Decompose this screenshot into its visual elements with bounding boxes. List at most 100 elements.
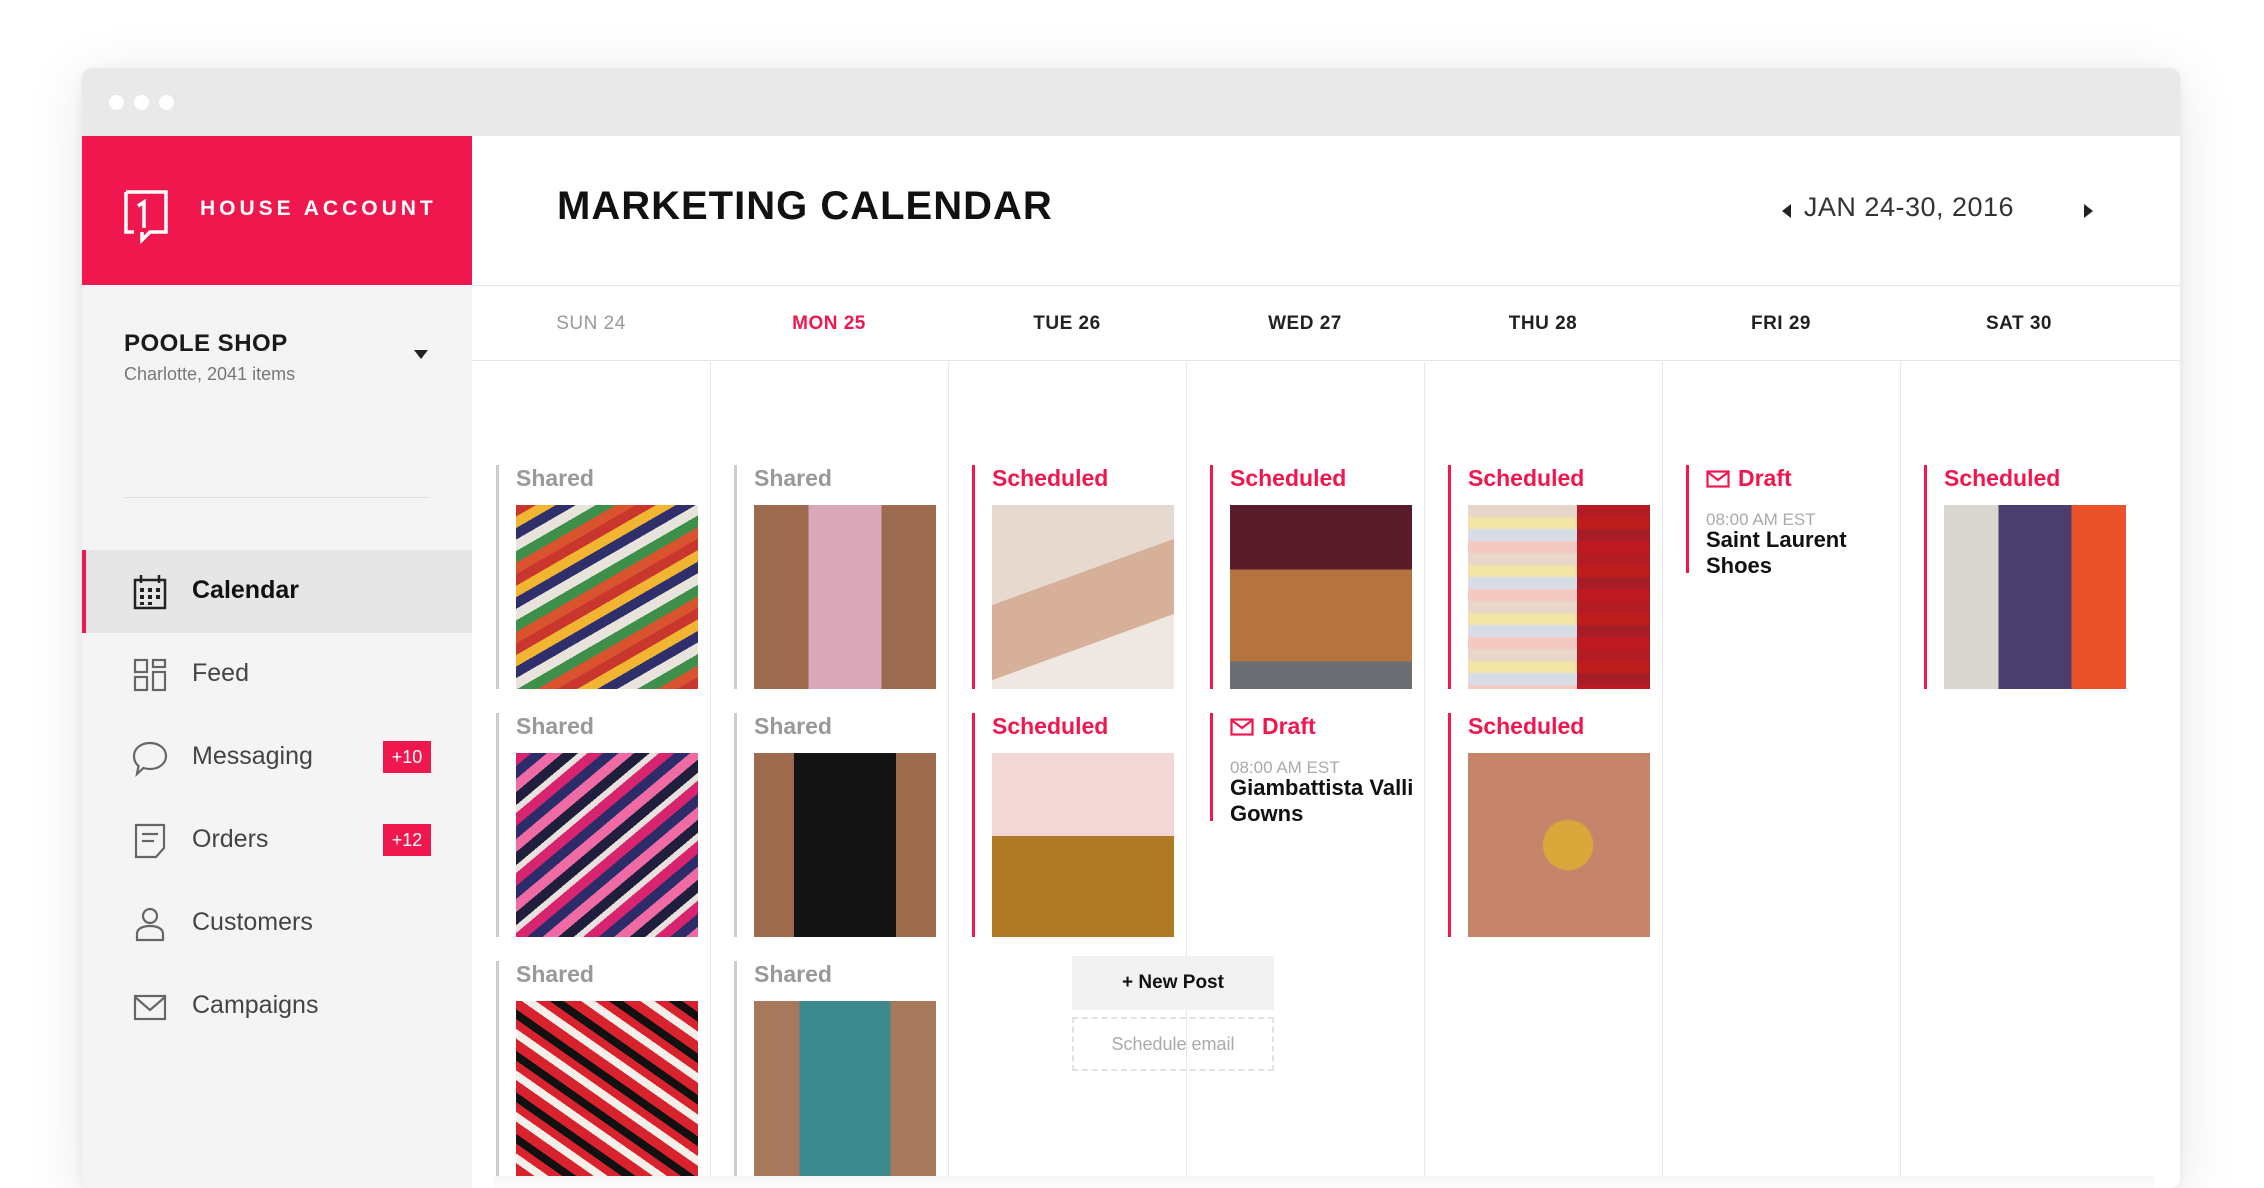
status-bar	[1210, 713, 1213, 821]
column-divider	[948, 362, 949, 1188]
post-status: Scheduled	[992, 465, 1109, 491]
post-status: Scheduled	[992, 713, 1109, 739]
post-status: Shared	[754, 713, 832, 739]
sidebar: HOUSE ACCOUNT POOLE SHOP Charlotte, 2041…	[82, 136, 472, 1188]
app-window: HOUSE ACCOUNT POOLE SHOP Charlotte, 2041…	[82, 68, 2180, 1188]
brand-name: HOUSE ACCOUNT	[200, 197, 437, 220]
sidebar-item-label: Feed	[192, 659, 249, 687]
post-status: Shared	[516, 713, 594, 739]
mail-icon	[1706, 470, 1730, 488]
chat-bubble-icon	[132, 741, 168, 778]
status-bar	[1686, 465, 1689, 573]
window-titlebar	[82, 68, 2180, 136]
mail-icon	[1230, 718, 1254, 736]
day-label: WED 27	[1268, 313, 1342, 334]
post-thumbnail	[516, 1001, 698, 1185]
window-dot-icon[interactable]	[134, 95, 149, 110]
sidebar-item-label: Calendar	[192, 576, 299, 604]
calendar-footer	[494, 1176, 2154, 1188]
shop-name: POOLE SHOP	[124, 330, 288, 357]
post-status: Scheduled	[1468, 713, 1585, 739]
sidebar-item-label: Campaigns	[192, 991, 319, 1019]
schedule-email-button[interactable]: Schedule email	[1072, 1017, 1274, 1071]
user-icon	[135, 907, 165, 942]
post-status: Shared	[516, 465, 594, 491]
orders-count-badge: +12	[383, 824, 431, 856]
status-bar	[734, 961, 737, 1185]
post-thumbnail	[1468, 753, 1650, 937]
draft-title: Saint Laurent Shoes	[1706, 527, 1847, 578]
day-label: SAT 30	[1985, 313, 2052, 334]
feed-grid-icon	[133, 658, 167, 692]
caret-down-icon[interactable]	[414, 350, 428, 359]
status-bar	[496, 961, 499, 1185]
day-header: THU 28	[1424, 286, 1662, 361]
mail-icon	[133, 994, 167, 1021]
sidebar-item-orders[interactable]: Orders +12	[82, 799, 472, 882]
sidebar-item-calendar[interactable]: Calendar	[82, 550, 472, 633]
status-bar	[1448, 713, 1451, 937]
post-status: Shared	[754, 961, 832, 987]
status-bar	[734, 465, 737, 689]
column-divider	[710, 362, 711, 1188]
sidebar-item-feed[interactable]: Feed	[82, 633, 472, 716]
post-status: Scheduled	[1944, 465, 2061, 491]
sidebar-item-label: Orders	[192, 825, 269, 853]
new-post-button[interactable]: + New Post	[1072, 956, 1274, 1010]
post-status: Draft	[1738, 465, 1792, 491]
post-thumbnail	[754, 1001, 936, 1185]
document-icon	[134, 823, 166, 859]
day-header: WED 27	[1186, 286, 1424, 361]
main-content: MARKETING CALENDAR JAN 24-30, 2016 SUN 2…	[472, 136, 2180, 1188]
column-divider	[1662, 362, 1663, 1188]
sidebar-item-messaging[interactable]: Messaging +10	[82, 716, 472, 799]
day-label: MON 25	[792, 313, 866, 334]
date-range: JAN 24-30, 2016	[1803, 192, 2015, 222]
post-thumbnail	[754, 505, 936, 689]
status-bar	[496, 713, 499, 937]
post-thumbnail	[992, 753, 1174, 937]
status-bar	[1448, 465, 1451, 689]
day-header: FRI 29	[1662, 286, 1900, 361]
post-status: Draft	[1262, 713, 1316, 739]
sidebar-item-label: Messaging	[192, 742, 313, 770]
post-thumbnail	[516, 753, 698, 937]
post-status: Scheduled	[1230, 465, 1347, 491]
column-divider	[1900, 362, 1901, 1188]
day-label: THU 28	[1508, 313, 1578, 334]
status-bar	[496, 465, 499, 689]
day-label: FRI 29	[1750, 313, 1812, 334]
status-bar	[734, 713, 737, 937]
sidebar-divider	[124, 497, 429, 498]
day-header: TUE 26	[948, 286, 1186, 361]
status-bar	[972, 713, 975, 937]
post-status: Shared	[516, 961, 594, 987]
post-thumbnail	[754, 753, 936, 937]
post-status: Scheduled	[1468, 465, 1585, 491]
day-label: TUE 26	[1033, 313, 1101, 334]
day-header: MON 25	[710, 286, 948, 361]
status-bar	[1924, 465, 1927, 689]
window-dot-icon[interactable]	[109, 95, 124, 110]
page-header: MARKETING CALENDAR JAN 24-30, 2016	[472, 136, 2180, 286]
post-thumbnail	[992, 505, 1174, 689]
brand-header[interactable]: HOUSE ACCOUNT	[82, 136, 472, 285]
post-thumbnail	[516, 505, 698, 689]
status-bar	[1210, 465, 1213, 689]
sidebar-item-campaigns[interactable]: Campaigns	[82, 965, 472, 1048]
shop-subtitle: Charlotte, 2041 items	[124, 364, 296, 384]
calendar-icon	[133, 575, 167, 610]
post-thumbnail	[1944, 505, 2126, 689]
house-logo-icon	[124, 190, 168, 244]
sidebar-item-customers[interactable]: Customers	[82, 882, 472, 965]
page-title: MARKETING CALENDAR	[557, 184, 1053, 228]
day-label: SUN 24	[556, 313, 626, 334]
sidebar-item-label: Customers	[192, 908, 313, 936]
post-status: Shared	[754, 465, 832, 491]
day-header: SUN 24	[472, 286, 710, 361]
window-dot-icon[interactable]	[159, 95, 174, 110]
status-bar	[972, 465, 975, 689]
next-week-icon[interactable]	[2084, 204, 2093, 218]
day-header: SAT 30	[1900, 286, 2180, 361]
draft-title: Giambattista Valli Gowns	[1230, 775, 1414, 826]
